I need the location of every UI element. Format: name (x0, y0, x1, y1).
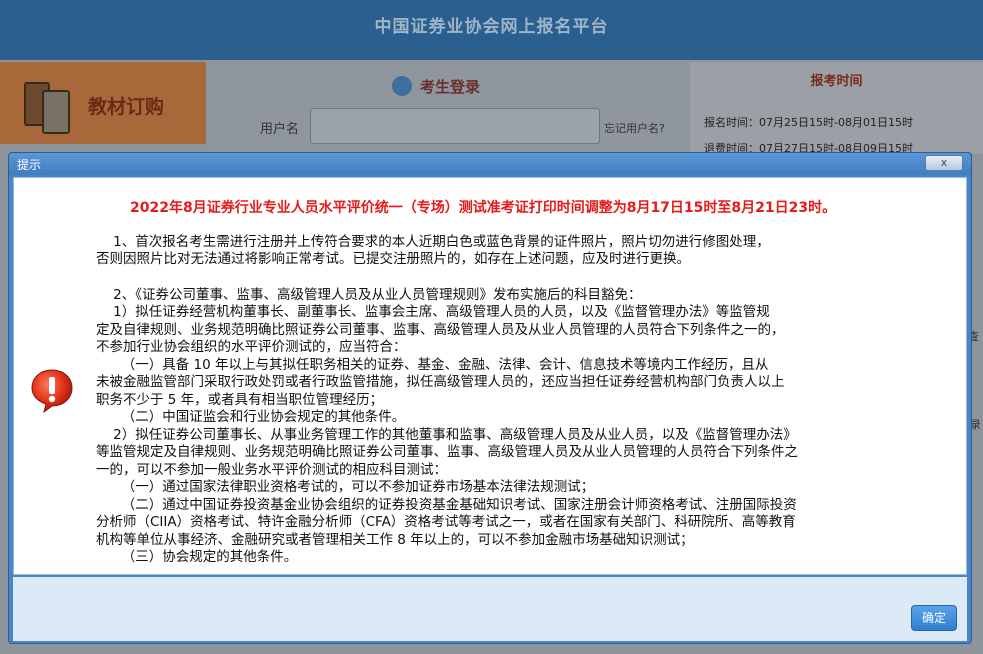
notice-line: 否则因照片比对无法通过将影响正常考试。已提交注册照片的，如存在上述问题，应及时进… (96, 251, 690, 267)
registration-time: 报名时间：07月25日15时-08月01日15时 (704, 116, 913, 129)
notice-line: 1、首次报名考生需进行注册并上传符合要求的本人近期白色或蓝色背景的证件照片，照片… (96, 233, 770, 250)
login-title: 考生登录 (420, 78, 481, 96)
username-input[interactable] (310, 108, 600, 144)
notice-line: 分析师（CIIA）资格考试、特许金融分析师（CFA）资格考试等考试之一，或者在国… (96, 514, 796, 530)
forgot-username-link[interactable]: 忘记用户名? (604, 120, 665, 136)
notice-line: 一的，可以不参加一般业务水平评价测试的相应科目测试： (96, 461, 447, 478)
textbook-order-label: 教材订购 (88, 96, 165, 118)
warning-icon (31, 369, 73, 414)
exam-time-title: 报考时间 (810, 74, 863, 89)
notice-line: （三）协会规定的其他条件。 (96, 549, 298, 565)
notice-line: 未被金融监管部门采取行政处罚或者行政监管措施，拟任高级管理人员的，还应当担任证券… (96, 374, 785, 390)
dialog-titlebar[interactable]: 提示 x (9, 153, 971, 175)
notice-line: 2、《证券公司董事、监事、高级管理人员及从业人员管理规则》发布实施后的科目豁免： (96, 286, 642, 303)
dialog-footer: 确定 (13, 577, 967, 641)
notice-headline: 2022年8月证券行业专业人员水平评价统一（专场）测试准考证打印时间调整为8月1… (130, 200, 837, 216)
notice-line: （二）中国证监会和行业协会规定的其他条件。 (96, 409, 406, 425)
username-label: 用户名 (260, 122, 300, 137)
login-panel: 考生登录 用户名 忘记用户名? (206, 62, 690, 154)
books-icon (22, 74, 74, 134)
notice-line: （一）具备 10 年以上与其拟任职务相关的证券、基金、金融、法律、会计、信息技术… (96, 356, 769, 373)
textbook-order-banner[interactable]: 教材订购 (0, 62, 206, 144)
site-title: 中国证券业协会网上报名平台 (374, 17, 609, 37)
notice-line: 不参加行业协会组织的水平评价测试的，应当符合： (96, 339, 407, 355)
notice-line: 职务不少于 5 年，或者具有相当职位管理经历； (96, 391, 384, 408)
notice-message: 2022年8月证券行业专业人员水平评价统一（专场）测试准考证打印时间调整为8月1… (96, 178, 956, 567)
ok-button[interactable]: 确定 (911, 605, 957, 631)
notice-line: （二）通过中国证券投资基金业协会组织的证券投资基金基础知识考试、国家注册会计师资… (96, 496, 797, 513)
notice-line: 2）拟任证券公司董事长、从事业务管理工作的其他董事和监事、高级管理人员及从业人员… (96, 426, 797, 443)
close-button[interactable]: x (925, 155, 963, 171)
site-header: 中国证券业协会网上报名平台 (0, 0, 983, 60)
dialog-title: 提示 (17, 158, 42, 172)
notice-line: 1）拟任证券经营机构董事长、副董事长、监事会主席、高级管理人员的人员，以及《监督… (96, 304, 770, 320)
notice-line: （一）通过国家法律职业资格考试的，可以不参加证券市场基本法律法规测试； (96, 479, 595, 495)
notice-line: 等监管规定及自律规则、业务规范明确比照证券公司董事、监事、高级管理人员及从业人员… (96, 444, 798, 460)
dialog-content: 2022年8月证券行业专业人员水平评价统一（专场）测试准考证打印时间调整为8月1… (13, 177, 967, 575)
notice-line: 定及自律规则、业务规范明确比照证券公司董事、监事、高级管理人员及从业人员管理的人… (96, 321, 785, 338)
exam-time-panel: 报考时间 报名时间：07月25日15时-08月01日15时 退费时间：07月27… (690, 62, 983, 155)
notice-dialog: 提示 x 2022年8月证券行业专业人员水平评价统一（专场）测试准考证打印时间调… (8, 152, 972, 644)
notice-line: 机构等单位从事经济、金融研究或者管理相关工作 8 年以上的，可以不参加金融市场基… (96, 531, 694, 548)
